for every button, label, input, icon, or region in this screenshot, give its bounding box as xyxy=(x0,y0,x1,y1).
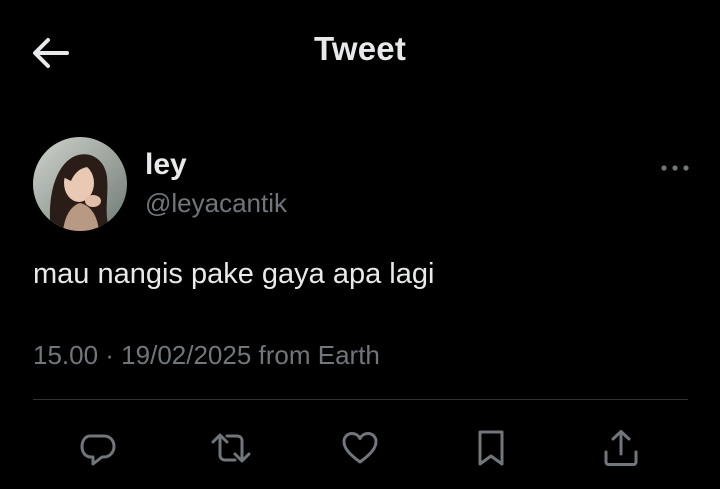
reply-button[interactable] xyxy=(75,425,121,471)
author-handle[interactable]: @leyacantik xyxy=(145,188,287,219)
reply-icon xyxy=(80,434,116,466)
share-icon xyxy=(604,430,638,466)
retweet-icon xyxy=(211,433,251,463)
profile-photo xyxy=(33,137,127,231)
top-bar: Tweet xyxy=(0,0,720,104)
avatar[interactable] xyxy=(33,137,127,231)
page-title: Tweet xyxy=(313,30,407,67)
bookmark-button[interactable] xyxy=(468,425,514,471)
share-button[interactable] xyxy=(598,425,644,471)
author-display-name[interactable]: ley xyxy=(145,148,187,182)
tweet-timestamp: 15.00 · 19/02/2025 from Earth xyxy=(33,340,380,370)
retweet-button[interactable] xyxy=(208,425,254,471)
more-options-button[interactable] xyxy=(660,158,690,178)
bookmark-icon xyxy=(478,430,504,466)
like-button[interactable] xyxy=(337,425,383,471)
more-horizontal-icon xyxy=(661,165,689,171)
divider xyxy=(33,399,688,400)
tweet-text: mau nangis pake gaya apa lagi xyxy=(33,258,435,290)
tweet-action-bar xyxy=(0,425,720,471)
heart-icon xyxy=(342,432,378,464)
